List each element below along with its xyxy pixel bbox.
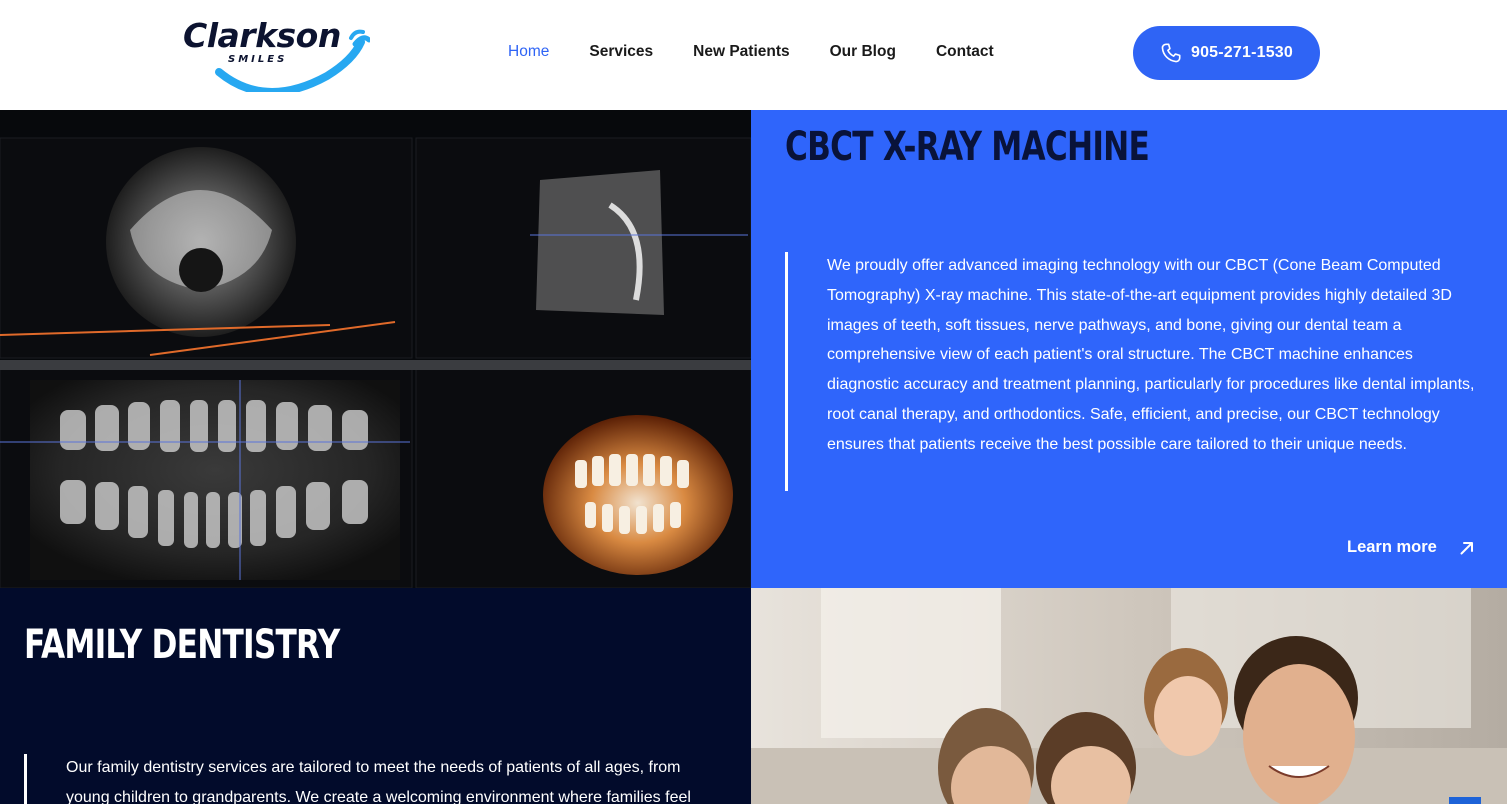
cbct-quote-bar [785, 252, 788, 491]
nav-item-our-blog[interactable]: Our Blog [830, 43, 896, 63]
family-dentistry-section: FAMILY DENTISTRY Our family dentistry se… [0, 588, 751, 804]
family-dentistry-description: Our family dentistry services are tailor… [66, 759, 691, 804]
clarkson-smiles-logo[interactable]: Clarkson SMILES [183, 14, 370, 92]
phone-call-button[interactable]: 905-271-1530 [1133, 26, 1320, 80]
cbct-description: We proudly offer advanced imaging techno… [827, 257, 1475, 453]
main-nav: Home Services New Patients Our Blog Cont… [508, 43, 1034, 63]
logo-wordmark: Clarkson [183, 16, 341, 55]
cbct-section: CBCT X-RAY MACHINE We proudly offer adva… [751, 110, 1507, 588]
scroll-to-top-button[interactable] [1449, 797, 1481, 804]
family-photo [751, 588, 1507, 804]
site-header: Clarkson SMILES Home Services New Patien… [0, 0, 1507, 110]
family-quote-bar [24, 754, 27, 804]
learn-more-label: Learn more [1347, 538, 1437, 556]
cbct-xray-image [0, 110, 751, 588]
arrow-up-right-icon [1460, 541, 1473, 554]
nav-item-services[interactable]: Services [589, 43, 653, 63]
phone-number: 905-271-1530 [1190, 44, 1294, 61]
family-dentistry-title: FAMILY DENTISTRY [24, 622, 340, 668]
logo-tagline: SMILES [228, 54, 288, 65]
nav-item-home[interactable]: Home [508, 43, 549, 63]
phone-icon [1161, 43, 1181, 63]
learn-more-link[interactable]: Learn more [1347, 538, 1475, 557]
xray-scan-illustration [0, 110, 751, 588]
smiling-family-illustration [751, 588, 1507, 804]
nav-item-contact[interactable]: Contact [936, 43, 994, 63]
nav-item-new-patients[interactable]: New Patients [693, 43, 789, 63]
cbct-title: CBCT X-RAY MACHINE [785, 124, 1150, 170]
